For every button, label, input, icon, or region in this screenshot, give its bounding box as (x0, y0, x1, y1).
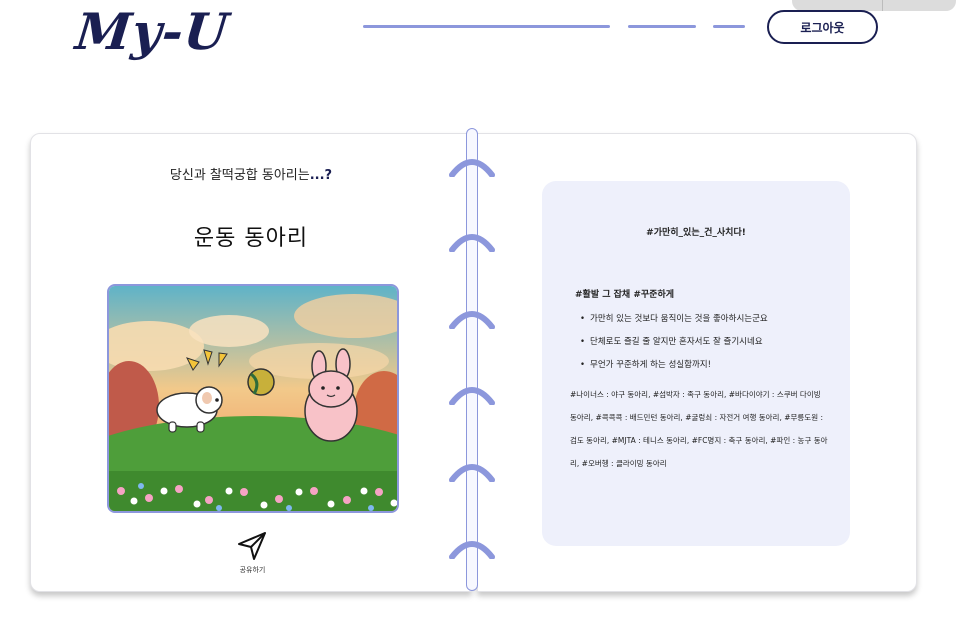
result-question: 당신과 찰떡궁합 동아리는...? (30, 164, 472, 183)
trait-list: 가만히 있는 것보다 움직이는 것을 좋아하시는군요 단체로도 즐길 줄 알지만… (580, 308, 840, 377)
header-divider-line (363, 25, 610, 28)
header-divider-line (628, 25, 696, 28)
card-tagline: #가만히_있는_건_사치다! (646, 228, 746, 238)
binder-ring-icon (449, 464, 495, 482)
list-item: 단체로도 즐길 줄 알지만 혼자서도 잘 즐기시네요 (580, 331, 840, 354)
share-label[interactable]: 공유하기 (200, 565, 305, 575)
paper-plane-icon[interactable] (236, 530, 268, 562)
club-type-title: 운동 동아리 (193, 226, 309, 251)
app-root: My-U 로그아웃 당신과 찰떡궁합 동아리는...? 운동 동아리 공유하기 … (0, 0, 961, 637)
club-list-text: #나이너스 : 야구 동아리, #섬박자 : 족구 동아리, #바다이야기 : … (570, 390, 828, 468)
question-suffix: ...? (309, 168, 333, 183)
logout-button[interactable]: 로그아웃 (767, 10, 878, 44)
card-heading: #활발 그 잡채 #꾸준하게 (575, 290, 675, 300)
binder-ring-icon (449, 311, 495, 329)
list-item: 무언가 꾸준하게 하는 성실함까지! (580, 354, 840, 377)
header-divider-line (713, 25, 745, 28)
logo[interactable]: My-U (73, 2, 232, 61)
list-item: 가만히 있는 것보다 움직이는 것을 좋아하시는군요 (580, 308, 840, 331)
book-spine (466, 128, 478, 591)
club-detail-card: #가만히_있는_건_사치다! #활발 그 잡채 #꾸준하게 가만히 있는 것보다… (542, 181, 850, 546)
result-illustration (107, 284, 399, 513)
binder-ring-icon (449, 541, 495, 559)
binder-ring-icon (449, 387, 495, 405)
question-prefix: 당신과 찰떡궁합 동아리는 (169, 168, 310, 183)
